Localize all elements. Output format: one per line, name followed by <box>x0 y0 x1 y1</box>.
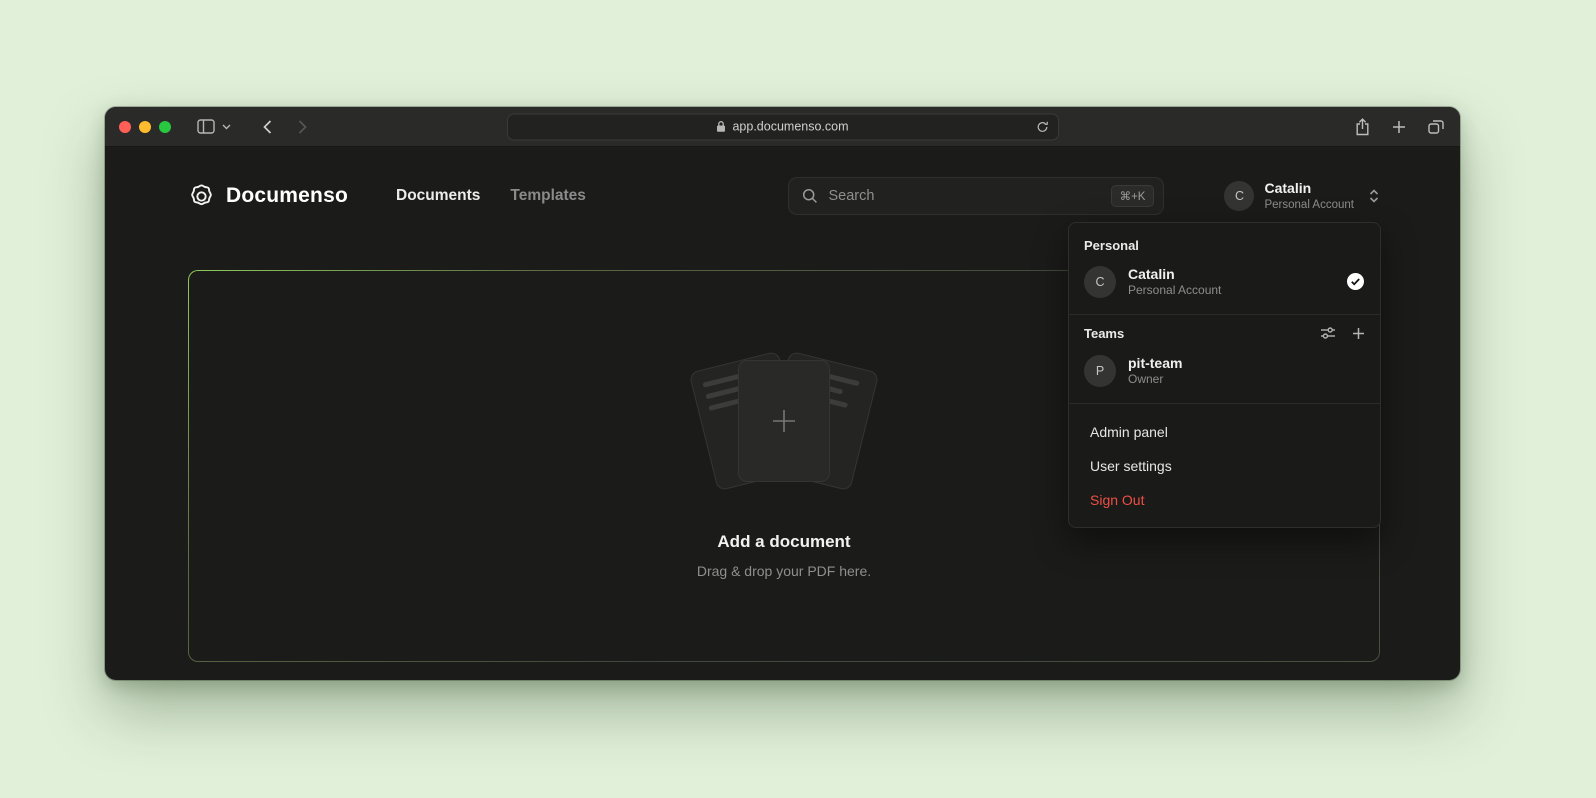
menu-item-user-settings[interactable]: User settings <box>1069 449 1380 483</box>
close-window-button[interactable] <box>119 121 131 133</box>
menu-item-admin-panel[interactable]: Admin panel <box>1069 415 1380 449</box>
add-team-icon[interactable] <box>1352 327 1365 340</box>
browser-window: app.documenso.com Documenso Doc <box>105 107 1460 680</box>
plus-icon <box>769 406 799 436</box>
dropdown-divider <box>1069 403 1380 404</box>
search-bar[interactable]: ⌘+K <box>788 177 1164 215</box>
document-cards-illustration <box>674 354 894 490</box>
share-button[interactable] <box>1355 118 1370 136</box>
zoom-window-button[interactable] <box>159 121 171 133</box>
titlebar-right-controls <box>1355 118 1444 136</box>
search-icon <box>802 188 818 204</box>
tab-overview-button[interactable] <box>1428 119 1444 134</box>
sidebar-toggle-icon[interactable] <box>197 119 215 134</box>
reload-icon[interactable] <box>1036 120 1049 133</box>
browser-titlebar: app.documenso.com <box>105 107 1460 147</box>
account-dropdown: Personal C Catalin Personal Account Team… <box>1068 222 1381 528</box>
search-input[interactable] <box>828 188 1100 204</box>
account-name: Catalin <box>1264 180 1354 198</box>
team-item[interactable]: P pit-team Owner <box>1069 351 1380 401</box>
drop-hint-text: Drag & drop your PDF here. <box>697 563 871 579</box>
add-document-title: Add a document <box>717 532 850 552</box>
documenso-logo-icon <box>188 183 215 210</box>
url-field[interactable]: app.documenso.com <box>507 113 1059 140</box>
personal-section-heading: Personal <box>1069 235 1380 262</box>
search-shortcut-badge: ⌘+K <box>1111 185 1155 207</box>
new-tab-button[interactable] <box>1392 120 1406 134</box>
team-avatar: P <box>1084 355 1116 387</box>
sidebar-controls <box>197 119 231 134</box>
chevron-up-down-icon <box>1368 188 1380 204</box>
back-button[interactable] <box>263 120 272 134</box>
main-nav: Documents Templates <box>396 187 586 205</box>
personal-type: Personal Account <box>1128 283 1221 299</box>
account-type: Personal Account <box>1264 198 1354 212</box>
menu-item-sign-out[interactable]: Sign Out <box>1069 483 1380 517</box>
personal-name: Catalin <box>1128 265 1221 283</box>
check-circle-icon <box>1346 272 1365 291</box>
team-role: Owner <box>1128 372 1182 388</box>
account-menu-trigger[interactable]: C Catalin Personal Account <box>1224 180 1380 212</box>
document-card-center <box>738 360 830 482</box>
lock-icon <box>716 121 726 133</box>
history-nav <box>263 120 307 134</box>
teams-section-heading: Teams <box>1084 326 1124 341</box>
team-name: pit-team <box>1128 354 1182 372</box>
brand[interactable]: Documenso <box>188 183 348 210</box>
personal-account-item[interactable]: C Catalin Personal Account <box>1069 262 1380 312</box>
personal-avatar: C <box>1084 266 1116 298</box>
minimize-window-button[interactable] <box>139 121 151 133</box>
team-preferences-icon[interactable] <box>1320 326 1336 340</box>
dropdown-divider <box>1069 314 1380 315</box>
url-text: app.documenso.com <box>732 120 848 134</box>
nav-documents[interactable]: Documents <box>396 187 480 205</box>
nav-templates[interactable]: Templates <box>510 187 586 205</box>
sidebar-chevron-down-icon[interactable] <box>222 124 231 130</box>
teams-section-heading-row: Teams <box>1069 326 1380 351</box>
traffic-lights <box>119 121 171 133</box>
account-avatar: C <box>1224 181 1254 211</box>
forward-button[interactable] <box>298 120 307 134</box>
brand-name: Documenso <box>226 184 348 208</box>
